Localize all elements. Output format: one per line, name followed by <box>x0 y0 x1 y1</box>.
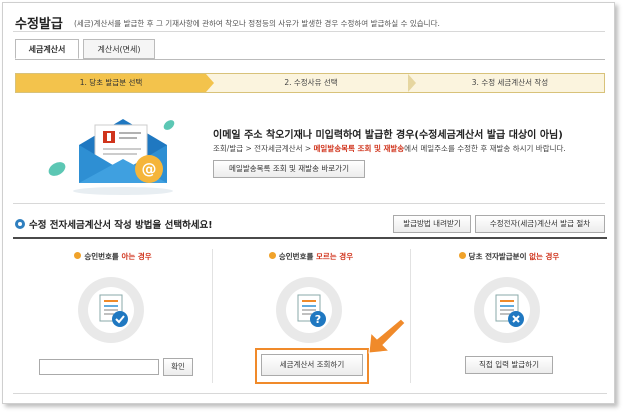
notice-path-highlight: 메일발송목록 조회 및 재발송 <box>313 144 405 153</box>
notice-path-suffix: 에서 메일주소를 수정한 후 재발송 하시기 바랍니다. <box>404 144 566 153</box>
page-description: (세금)계산서를 발급한 후 그 기재사항에 관하여 착오나 정정등의 사유가 … <box>73 19 440 28</box>
option-heading-prefix: 승인번호를 <box>278 252 316 261</box>
option-circle <box>78 277 144 343</box>
step-2: 2. 수정사유 선택 <box>284 78 338 87</box>
download-guide-button[interactable]: 발급방법 내려받기 <box>393 215 471 233</box>
document-x-icon <box>495 294 524 327</box>
option-circle <box>474 277 540 343</box>
option-heading-highlight: 모르는 경우 <box>316 252 354 261</box>
document-check-icon <box>99 294 128 327</box>
svg-text:@: @ <box>142 160 157 178</box>
step-arrow-1 <box>206 74 214 92</box>
tab-tax-invoice[interactable]: 세금계산서 <box>15 39 79 59</box>
document-question-icon: ? <box>297 294 326 327</box>
email-envelope-icon: @ <box>48 119 175 195</box>
section-bullet-icon <box>15 219 25 229</box>
page-header: 수정발급 (세금)계산서를 발급한 후 그 기재사항에 관하여 착오나 정정등의… <box>15 13 440 32</box>
issue-procedure-button[interactable]: 수정전자(세금)계산서 발급 절차 <box>475 215 605 233</box>
notice-divider <box>13 203 605 204</box>
bullet-dot-icon <box>74 252 82 259</box>
header-divider <box>13 31 605 32</box>
notice-title: 이메일 주소 착오기재나 미입력하여 발급한 경우(수정세금계산서 발급 대상이… <box>213 130 563 141</box>
step-arrow-2 <box>408 74 416 92</box>
bottom-border <box>13 393 607 394</box>
step-3: 3. 수정 세금계산서 작성 <box>471 78 549 87</box>
svg-text:?: ? <box>315 313 321 326</box>
pointer-arrow-icon <box>368 318 406 354</box>
window-frame: 수정발급 (세금)계산서를 발급한 후 그 기재사항에 관하여 착오나 정정등의… <box>2 2 615 404</box>
section-title-text: 수정 전자세금계산서 작성 방법을 선택하세요! <box>29 220 213 231</box>
notice-path: 조회/발급 > 전자세금계산서 > 메일발송목록 조회 및 재발송에서 메일주소… <box>213 143 566 154</box>
section-title: 수정 전자세금계산서 작성 방법을 선택하세요! <box>15 217 213 231</box>
tab-underline <box>15 59 605 60</box>
option-heading-prefix: 당초 전자발급분이 <box>468 252 530 261</box>
option-circle: ? <box>276 277 342 343</box>
mail-resend-shortcut-button[interactable]: 메일발송목록 조회 및 재발송 바로가기 <box>213 160 365 178</box>
confirm-button[interactable]: 확인 <box>163 358 193 376</box>
option-heading: 승인번호를 아는 경우 <box>15 251 211 262</box>
option-heading-highlight: 아는 경우 <box>121 252 152 261</box>
step-1: 1. 당초 발급분 선택 <box>16 74 206 92</box>
option-heading-prefix: 승인번호를 <box>84 252 122 261</box>
option-heading: 당초 전자발급분이 없는 경우 <box>411 251 607 262</box>
approval-number-input[interactable] <box>39 359 159 375</box>
option-heading: 승인번호를 모르는 경우 <box>213 251 409 262</box>
page-title: 수정발급 <box>15 17 63 32</box>
tab-invoice-tax-free[interactable]: 계산서(면세) <box>83 39 155 59</box>
notice-path-prefix: 조회/발급 > 전자세금계산서 > <box>213 144 314 153</box>
bullet-dot-icon <box>458 252 466 259</box>
direct-input-issue-button[interactable]: 직접 입력 발급하기 <box>465 356 553 374</box>
step-progress-bar: 1. 당초 발급분 선택 2. 수정사유 선택 3. 수정 세금계산서 작성 <box>15 73 605 93</box>
tax-invoice-lookup-button[interactable]: 세금계산서 조회하기 <box>261 354 363 376</box>
bullet-dot-icon <box>268 252 276 259</box>
option-heading-highlight: 없는 경우 <box>529 252 560 261</box>
